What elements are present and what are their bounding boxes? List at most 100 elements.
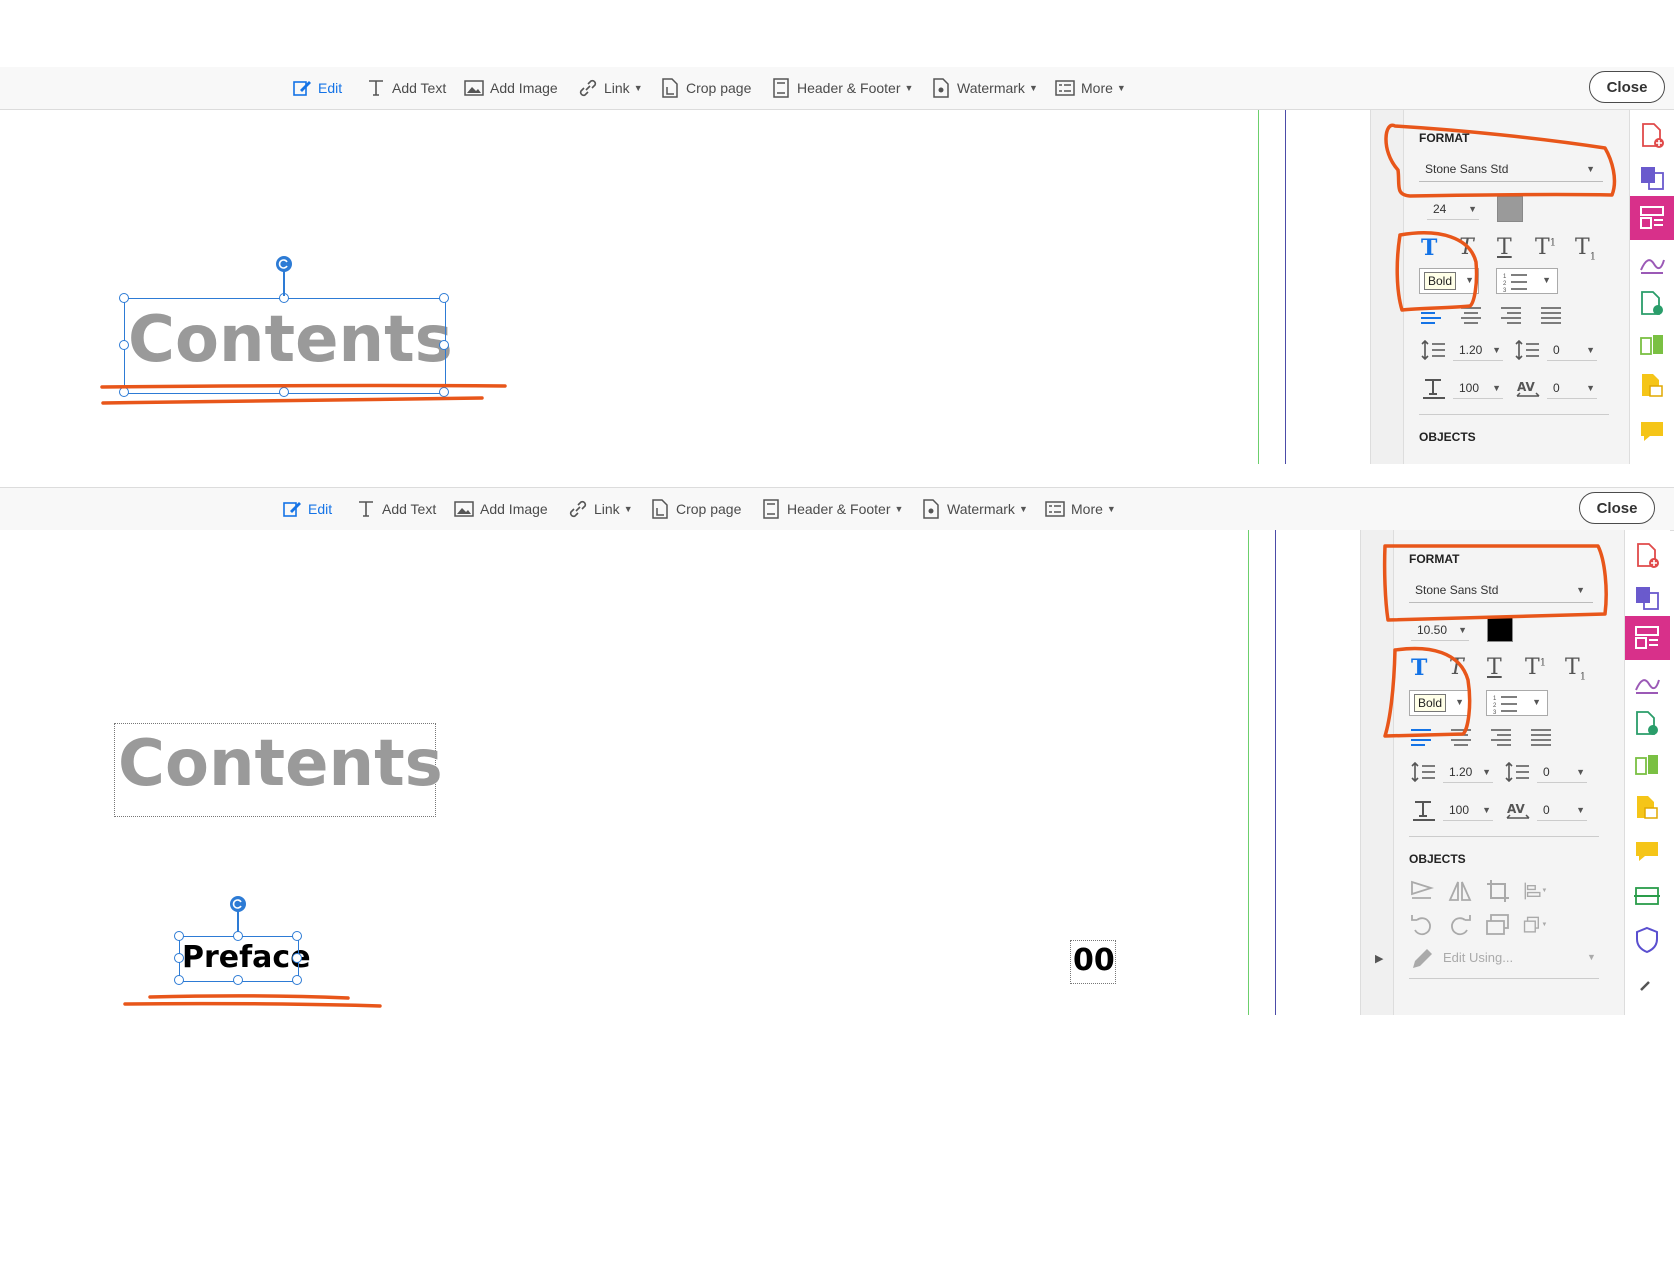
resize-handle[interactable]	[174, 953, 184, 963]
tools-wrench-icon[interactable]	[1633, 970, 1661, 998]
horizontal-scaling-select[interactable]: 100 ▼	[1453, 377, 1503, 399]
comment-icon[interactable]	[1633, 838, 1661, 866]
font-color-swatch[interactable]	[1487, 616, 1513, 642]
link-tool[interactable]: Link ▼	[568, 488, 633, 530]
create-pdf-icon[interactable]	[1633, 542, 1661, 570]
more-tool[interactable]: More ▼	[1055, 67, 1126, 109]
create-pdf-icon[interactable]	[1638, 122, 1666, 150]
list-style-select[interactable]: 123 ▼	[1486, 690, 1548, 716]
edit-using-select[interactable]: Edit Using...	[1443, 950, 1513, 965]
resize-handle[interactable]	[119, 387, 129, 397]
rotate-right-icon[interactable]	[1447, 912, 1473, 938]
italic-text-button[interactable]: T	[1449, 655, 1464, 680]
resize-handle[interactable]	[233, 975, 243, 985]
text-selection-box[interactable]	[124, 298, 446, 394]
line-spacing-select[interactable]: 1.20 ▼	[1453, 339, 1503, 361]
resize-handle[interactable]	[439, 387, 449, 397]
add-text-tool[interactable]: Add Text	[356, 488, 436, 530]
bold-text-button[interactable]: T	[1411, 655, 1427, 681]
page-number-text[interactable]: 00	[1073, 943, 1115, 979]
list-style-select[interactable]: 123 ▼	[1496, 268, 1558, 294]
paragraph-spacing-select[interactable]: 0 ▼	[1537, 761, 1587, 783]
character-spacing-select[interactable]: 0 ▼	[1537, 799, 1587, 821]
export-pdf-icon[interactable]	[1638, 290, 1666, 318]
rotate-handle[interactable]	[276, 256, 292, 272]
compare-files-icon[interactable]	[1633, 752, 1661, 780]
fill-sign-icon[interactable]	[1638, 248, 1666, 276]
bold-text-button[interactable]: T	[1421, 235, 1437, 261]
resize-handle[interactable]	[119, 340, 129, 350]
character-spacing-select[interactable]: 0 ▼	[1547, 377, 1597, 399]
alignment-buttons[interactable]	[1411, 728, 1591, 746]
fill-sign-icon[interactable]	[1633, 668, 1661, 696]
horizontal-scaling-select[interactable]: 100 ▼	[1443, 799, 1493, 821]
resize-handle[interactable]	[292, 975, 302, 985]
replace-image-icon[interactable]	[1485, 912, 1511, 938]
underline-text-button[interactable]: T	[1497, 235, 1512, 260]
resize-handle[interactable]	[439, 340, 449, 350]
close-button[interactable]: Close	[1589, 71, 1665, 103]
header-footer-tool[interactable]: Header & Footer ▼	[761, 488, 903, 530]
organize-pages-active-tool[interactable]	[1625, 616, 1670, 660]
font-style-select[interactable]: Bold ▼	[1409, 690, 1469, 716]
resize-handle[interactable]	[279, 387, 289, 397]
flip-horizontal-icon[interactable]	[1447, 878, 1473, 904]
subscript-button[interactable]: T1	[1575, 235, 1596, 262]
resize-handle[interactable]	[292, 953, 302, 963]
crop-page-tool[interactable]: Crop page	[650, 488, 741, 530]
align-objects-icon[interactable]: ▼	[1523, 878, 1549, 904]
edit-tool[interactable]: Edit	[282, 488, 332, 530]
link-tool[interactable]: Link ▼	[578, 67, 643, 109]
font-size-select[interactable]: 10.50 ▼	[1411, 619, 1469, 641]
scan-ocr-icon[interactable]	[1633, 882, 1661, 910]
font-family-select[interactable]: Stone Sans Std ▼	[1409, 577, 1593, 603]
crop-page-tool[interactable]: Crop page	[660, 67, 751, 109]
font-size-select[interactable]: 24 ▼	[1427, 198, 1479, 220]
superscript-button[interactable]: T1	[1525, 655, 1546, 680]
more-tool[interactable]: More ▼	[1045, 488, 1116, 530]
resize-handle[interactable]	[174, 975, 184, 985]
watermark-tool[interactable]: Watermark ▼	[921, 488, 1028, 530]
combine-files-icon[interactable]	[1638, 164, 1666, 192]
alignment-buttons[interactable]	[1421, 306, 1601, 324]
flip-vertical-icon[interactable]	[1409, 878, 1435, 904]
comment-icon[interactable]	[1638, 418, 1666, 446]
add-text-tool[interactable]: Add Text	[366, 67, 446, 109]
add-image-tool[interactable]: Add Image	[454, 488, 548, 530]
export-pdf-icon[interactable]	[1633, 710, 1661, 738]
resize-handle[interactable]	[174, 931, 184, 941]
crop-icon[interactable]	[1485, 878, 1511, 904]
underline-text-button[interactable]: T	[1487, 655, 1502, 680]
add-image-tool[interactable]: Add Image	[464, 67, 558, 109]
arrange-objects-icon[interactable]: ▼	[1523, 912, 1549, 938]
subscript-button[interactable]: T1	[1565, 655, 1586, 682]
resize-handle[interactable]	[233, 931, 243, 941]
edit-tool[interactable]: Edit	[292, 67, 342, 109]
close-button[interactable]: Close	[1579, 492, 1655, 524]
panel-collapse-strip[interactable]	[1371, 110, 1404, 464]
rotate-handle[interactable]	[230, 896, 246, 912]
organize-pages-active-tool[interactable]	[1630, 196, 1674, 240]
paragraph-spacing-select[interactable]: 0 ▼	[1547, 339, 1597, 361]
comment-file-icon[interactable]	[1633, 794, 1661, 822]
font-color-swatch[interactable]	[1497, 196, 1523, 222]
font-style-select[interactable]: Bold ▼	[1419, 268, 1479, 294]
panel-collapse-strip[interactable]: ▶	[1361, 530, 1394, 1015]
document-canvas[interactable]: Contents	[0, 110, 1370, 464]
document-canvas[interactable]: Contents Preface 00	[0, 530, 1360, 1015]
resize-handle[interactable]	[292, 931, 302, 941]
font-family-select[interactable]: Stone Sans Std ▼	[1419, 156, 1603, 182]
expand-arrow-icon[interactable]: ▶	[1375, 952, 1383, 965]
header-footer-tool[interactable]: Header & Footer ▼	[771, 67, 913, 109]
combine-files-icon[interactable]	[1633, 584, 1661, 612]
line-spacing-select[interactable]: 1.20 ▼	[1443, 761, 1493, 783]
superscript-button[interactable]: T1	[1535, 235, 1556, 260]
watermark-tool[interactable]: Watermark ▼	[931, 67, 1038, 109]
resize-handle[interactable]	[439, 293, 449, 303]
protect-shield-icon[interactable]	[1633, 926, 1661, 954]
rotate-left-icon[interactable]	[1409, 912, 1435, 938]
resize-handle[interactable]	[119, 293, 129, 303]
compare-files-icon[interactable]	[1638, 332, 1666, 360]
italic-text-button[interactable]: T	[1459, 235, 1474, 260]
contents-heading[interactable]: Contents	[118, 728, 443, 800]
